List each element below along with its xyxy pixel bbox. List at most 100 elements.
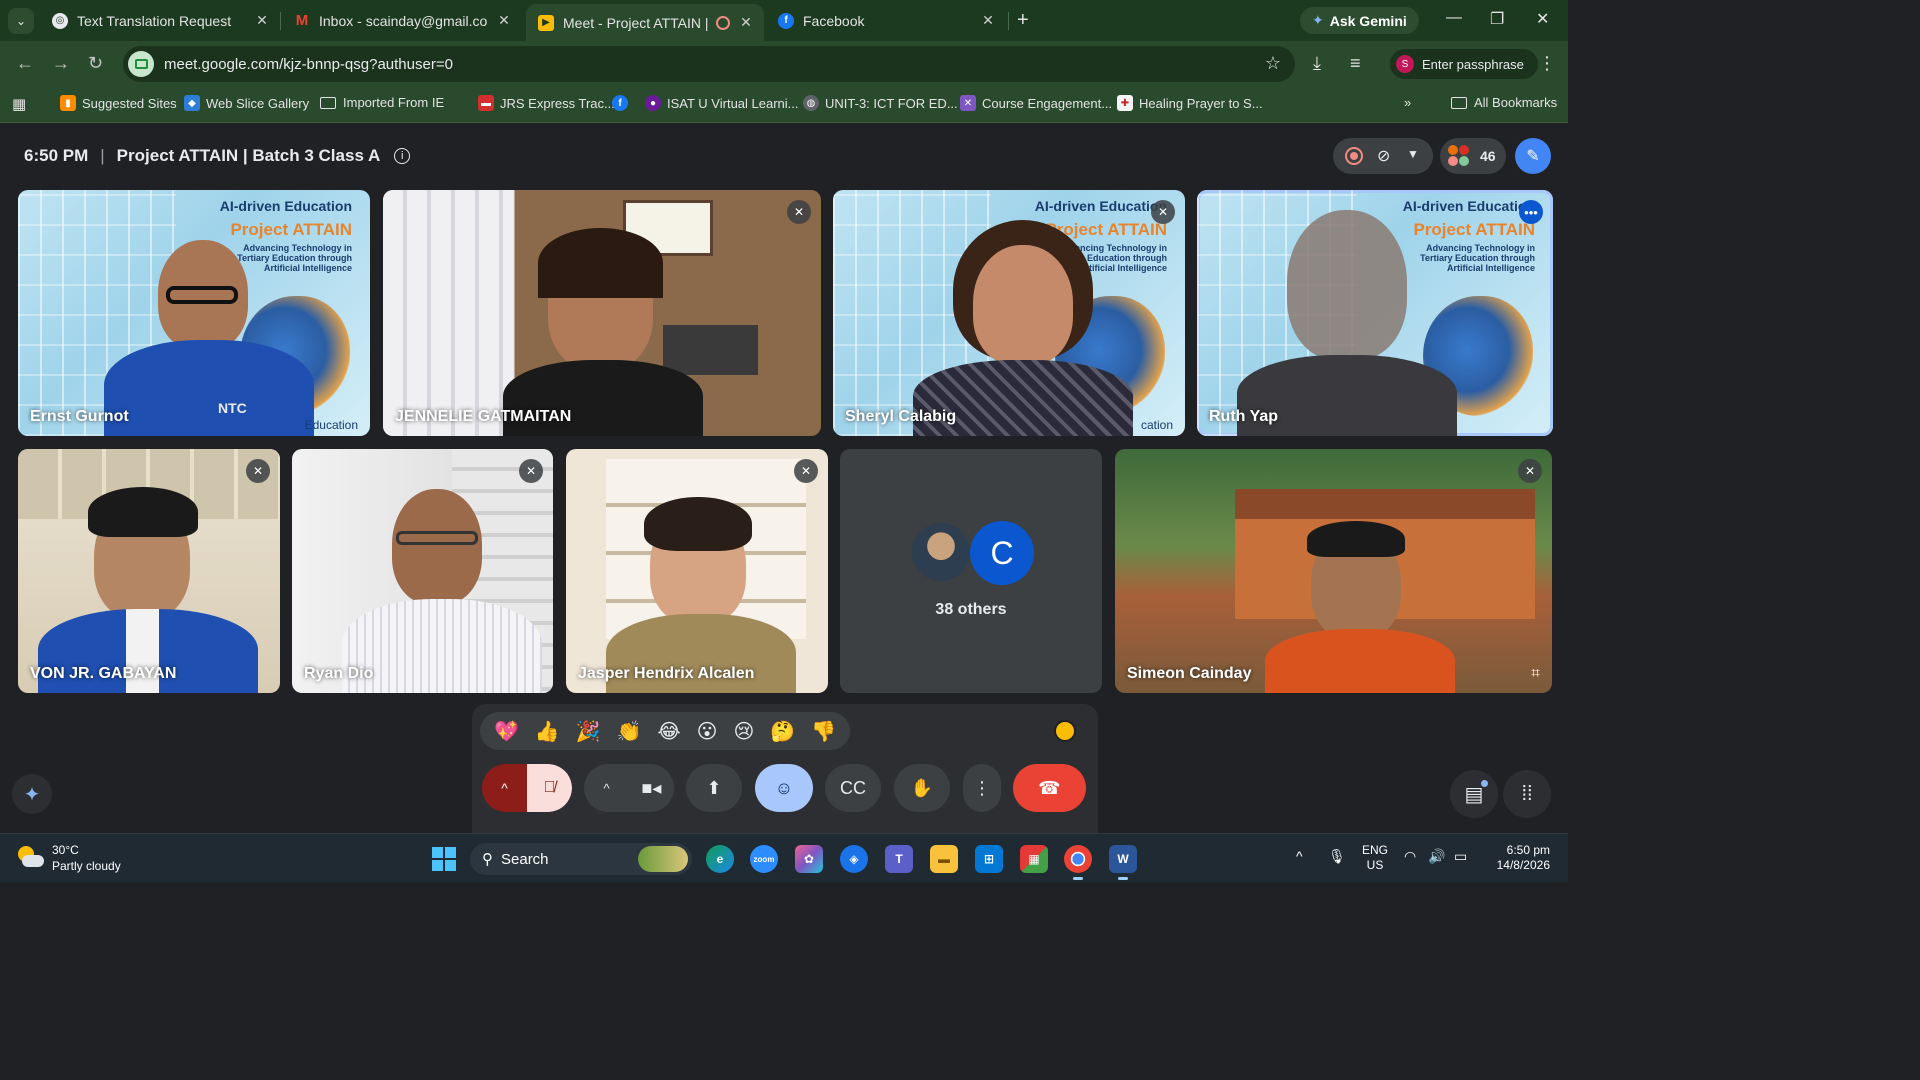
word-icon[interactable]: W (1109, 845, 1137, 880)
participant-tile[interactable]: AI-driven Education Project ATTAIN Advan… (1197, 190, 1553, 436)
close-window-button[interactable]: ✕ (1536, 9, 1549, 29)
maximize-button[interactable]: ❐ (1490, 9, 1504, 29)
download-icon[interactable]: ⤓ (1313, 53, 1321, 74)
bookmark-isat-u[interactable]: ● ISAT U Virtual Learni... (645, 95, 799, 111)
weather-widget[interactable]: 30°C Partly cloudy (16, 842, 121, 874)
participant-tile[interactable]: ✕ JENNELIE GATMAITAN (383, 190, 821, 436)
close-icon[interactable]: ✕ (496, 12, 512, 29)
bookmark-suggested-sites[interactable]: ▮ Suggested Sites (60, 95, 177, 111)
bookmark-facebook[interactable]: f (612, 95, 634, 111)
mic-options-chevron-icon[interactable]: ^ (482, 764, 527, 812)
reload-icon[interactable]: ↻ (88, 53, 103, 74)
new-tab-button[interactable]: + (1017, 9, 1029, 32)
pencil-icon[interactable]: ✎ (1515, 138, 1551, 174)
camera-icon[interactable]: ■◂ (629, 778, 674, 799)
bookmark-unit-3[interactable]: ◍ UNIT-3: ICT FOR ED... (803, 95, 958, 111)
close-icon[interactable]: ✕ (980, 12, 996, 29)
reaction-surprised[interactable]: 😮 (697, 719, 718, 743)
close-icon[interactable]: ✕ (738, 14, 754, 31)
participant-tile[interactable]: ✕ Ryan Dio (292, 449, 553, 693)
store-icon[interactable]: ⊞ (975, 845, 1003, 873)
photo-app-icon[interactable]: ▦ (1020, 845, 1048, 873)
end-call-icon[interactable]: ☎ (1013, 764, 1086, 812)
url-text[interactable]: meet.google.com/kjz-bnnp-qsg?authuser=0 (164, 56, 453, 73)
mic-off-icon: ✕ (1518, 459, 1542, 483)
tab-search-button[interactable]: ⌄ (8, 8, 34, 34)
copilot-icon[interactable]: ✿ (795, 845, 823, 873)
tab-meet[interactable]: ▶ Meet - Project ATTAIN | Bat ✕ (526, 4, 764, 41)
bookmark-web-slice-gallery[interactable]: ◆ Web Slice Gallery (184, 95, 309, 111)
activities-grid-icon[interactable]: ⁞⁞ (1503, 770, 1551, 818)
reaction-clapping[interactable]: 👏 (617, 719, 642, 743)
more-options-icon[interactable]: ••• (1519, 200, 1543, 224)
participant-tile[interactable]: AI-driven Education Project ATTAIN Advan… (18, 190, 370, 436)
chevron-down-icon[interactable]: ▼ (1407, 147, 1419, 161)
reaction-laughing[interactable]: 😂 (657, 719, 680, 743)
language-indicator[interactable]: ENG US (1362, 843, 1388, 873)
zoom-icon[interactable]: zoom (750, 845, 778, 873)
crop-icon[interactable]: ⌗ (1531, 665, 1540, 683)
reaction-thinking[interactable]: 🤔 (770, 719, 795, 743)
camera-options-chevron-icon[interactable]: ^ (584, 781, 629, 796)
chevron-right-icon[interactable]: » (1404, 95, 1411, 110)
ask-gemini-button[interactable]: ✦ Ask Gemini (1300, 7, 1419, 34)
participant-tile[interactable]: ✕ ⌗ Simeon Cainday (1115, 449, 1552, 693)
bookmark-jrs-express[interactable]: ▬ JRS Express Trac... (478, 95, 615, 111)
reaction-sparkling-heart[interactable]: 💖 (494, 719, 519, 743)
reaction-crying[interactable]: 😢 (733, 719, 754, 743)
participant-tile[interactable]: AI-driven Education Project ATTAIN Advan… (833, 190, 1185, 436)
minimize-button[interactable]: — (1446, 9, 1462, 27)
volume-icon[interactable]: 🔊 (1428, 848, 1445, 865)
battery-icon[interactable]: ▭ (1454, 848, 1467, 865)
chevron-up-icon[interactable]: ^ (1296, 848, 1303, 864)
gemini-sparkle-icon[interactable]: ✦ (12, 774, 52, 814)
tab-translation[interactable]: ◎ Text Translation Request ✕ (40, 4, 280, 37)
site-info-icon[interactable] (128, 51, 154, 77)
forward-arrow-icon[interactable]: → (52, 53, 70, 74)
teams-icon[interactable]: T (885, 845, 913, 873)
raise-hand-icon[interactable]: ✋ (894, 764, 950, 812)
bookmark-imported-from-ie[interactable]: Imported From IE (320, 95, 444, 110)
taskbar-search[interactable]: ⚲ Search (470, 843, 692, 875)
others-tile[interactable]: C 38 others (840, 449, 1102, 693)
apps-grid-icon[interactable]: ▦ (12, 95, 26, 113)
file-explorer-icon[interactable]: ▬ (930, 845, 958, 873)
bookmark-course-engagement[interactable]: ✕ Course Engagement... (960, 95, 1112, 111)
info-icon[interactable]: i (394, 148, 411, 164)
tab-facebook[interactable]: f Facebook ✕ (766, 4, 1006, 37)
captions-icon[interactable]: CC (825, 764, 881, 812)
menu-kebab-icon[interactable]: ⋮ (1538, 53, 1556, 74)
edge-icon[interactable]: e (706, 845, 734, 873)
bookmark-healing-prayer[interactable]: ✚ Healing Prayer to S... (1117, 95, 1263, 111)
bookmark-all-bookmarks[interactable]: All Bookmarks (1451, 95, 1557, 110)
wifi-icon[interactable]: ◠ (1404, 848, 1416, 865)
vpn-shield-icon[interactable]: ◈ (840, 845, 868, 873)
chat-icon[interactable]: ▤ (1450, 770, 1498, 818)
recording-controls[interactable]: ⊘ ▼ (1333, 138, 1433, 174)
tab-gmail[interactable]: M Inbox - scainday@gmail.com - ✕ (282, 4, 522, 37)
recording-icon[interactable] (1345, 147, 1363, 165)
reading-list-icon[interactable]: ≡ (1350, 53, 1361, 74)
skin-tone-selector[interactable] (1054, 720, 1076, 742)
address-bar[interactable]: meet.google.com/kjz-bnnp-qsg?authuser=0 … (123, 46, 1295, 82)
more-options-kebab-icon[interactable]: ⋮ (963, 764, 1001, 812)
present-screen-icon[interactable]: ⬆ (686, 764, 742, 812)
system-clock[interactable]: 6:50 pm 14/8/2026 (1490, 843, 1550, 873)
emoji-reactions-icon[interactable]: ☺ (755, 764, 813, 812)
participant-tile[interactable]: ✕ VON JR. GABAYAN (18, 449, 280, 693)
reaction-thumbs-down[interactable]: 👎 (811, 719, 836, 743)
close-icon[interactable]: ✕ (254, 12, 270, 29)
people-button[interactable]: 46 (1440, 138, 1506, 174)
windows-start-icon[interactable] (432, 847, 456, 871)
participant-tile[interactable]: ✕ Jasper Hendrix Alcalen (566, 449, 828, 693)
captions-off-icon[interactable]: ⊘ (1377, 146, 1390, 166)
bookmark-star-icon[interactable]: ☆ (1265, 53, 1281, 74)
chrome-icon[interactable] (1064, 845, 1092, 880)
ask-gemini-label: Ask Gemini (1329, 12, 1407, 29)
microphone-icon[interactable]: 🎙 (1328, 848, 1346, 865)
tab-title: Facebook (803, 12, 865, 29)
reaction-party-popper[interactable]: 🎉 (576, 719, 601, 743)
back-arrow-icon[interactable]: ← (16, 53, 34, 74)
profile-button[interactable]: S Enter passphrase (1390, 49, 1538, 79)
reaction-thumbs-up[interactable]: 👍 (535, 719, 560, 743)
